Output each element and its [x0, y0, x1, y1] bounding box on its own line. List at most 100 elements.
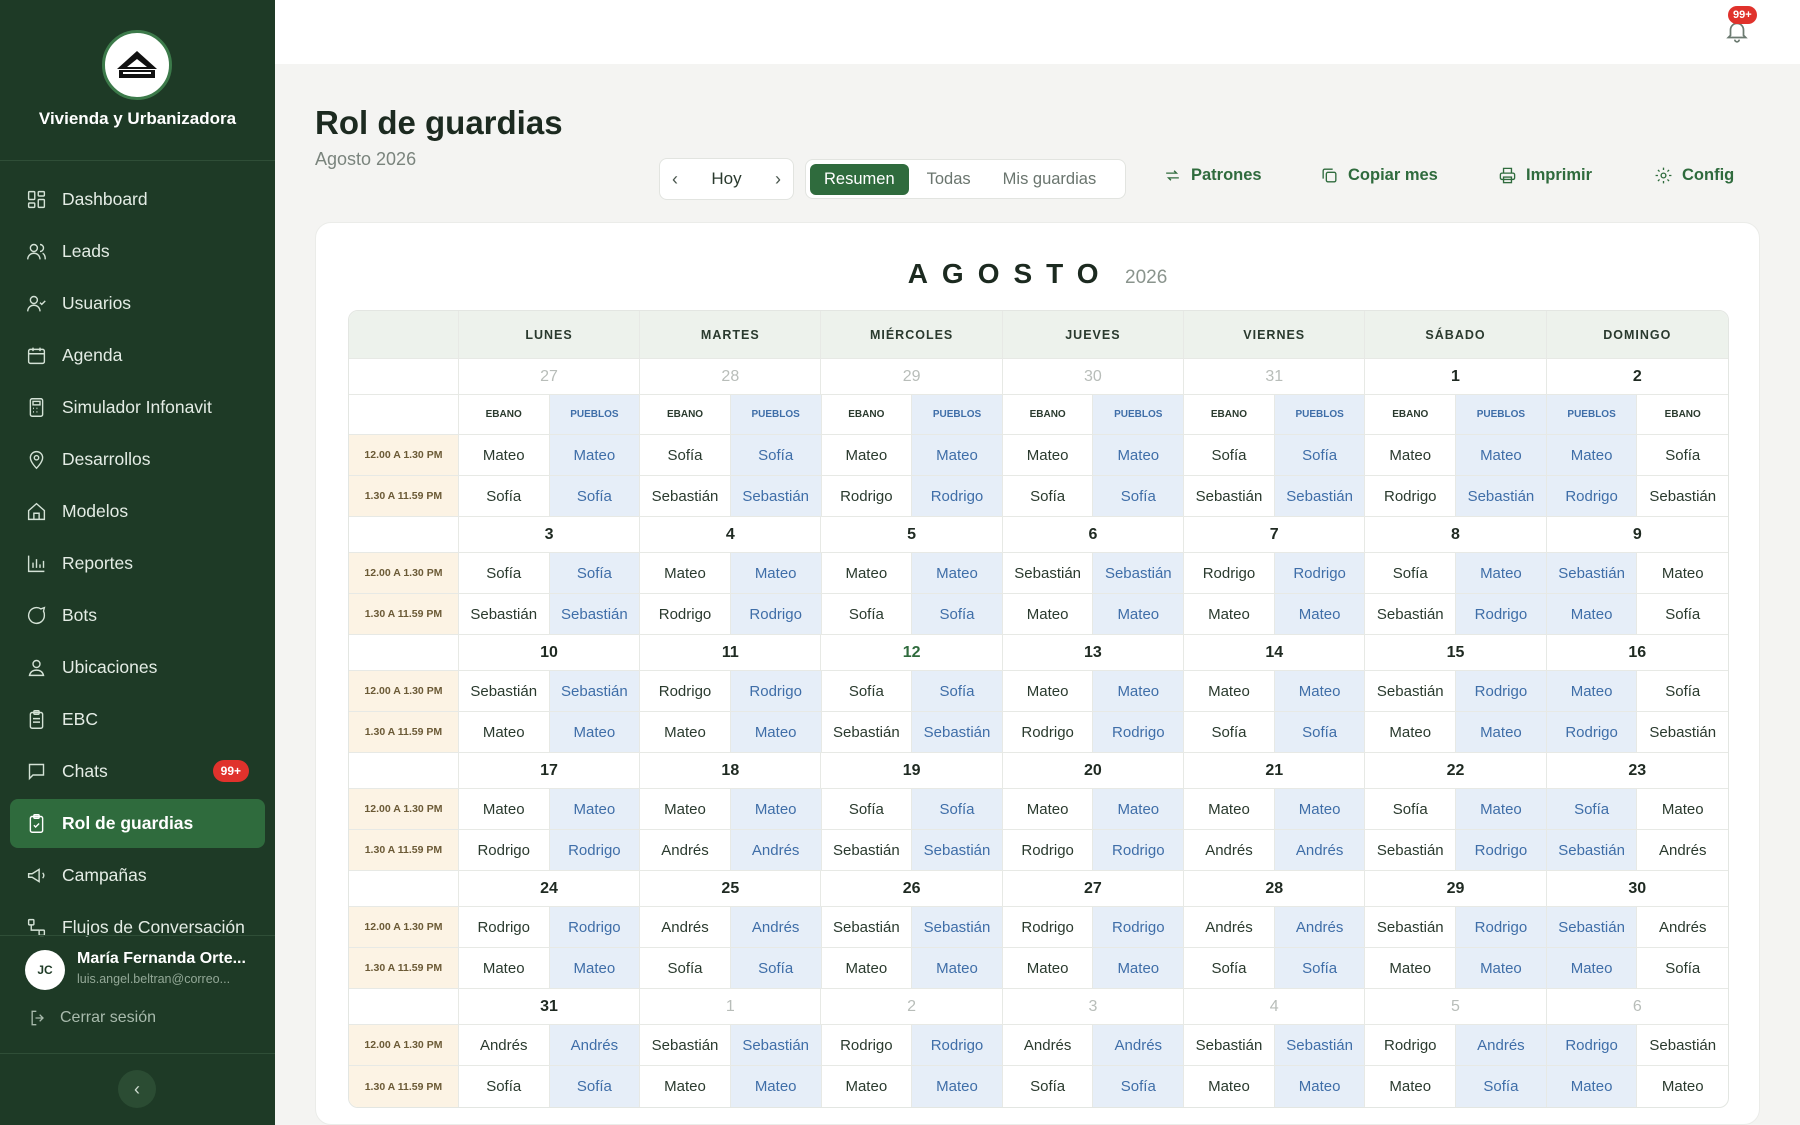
- guard-assignment[interactable]: Mateo: [1093, 948, 1185, 988]
- guard-assignment[interactable]: Andrés: [1274, 907, 1366, 947]
- guard-assignment[interactable]: Sebastián: [1184, 476, 1275, 516]
- guard-assignment[interactable]: Sofía: [459, 553, 550, 593]
- guard-assignment[interactable]: Sebastián: [1546, 553, 1638, 593]
- day-number[interactable]: 22: [1365, 753, 1547, 788]
- guard-assignment[interactable]: Andrés: [730, 907, 822, 947]
- guard-assignment[interactable]: Mateo: [912, 1066, 1003, 1107]
- guard-assignment[interactable]: Sofía: [1456, 1066, 1547, 1107]
- day-number[interactable]: 30: [1547, 871, 1728, 906]
- guard-assignment[interactable]: Sebastián: [1456, 476, 1547, 516]
- guard-assignment[interactable]: Sebastián: [912, 907, 1003, 947]
- guard-assignment[interactable]: Sofía: [1184, 435, 1275, 475]
- guard-assignment[interactable]: Sebastián: [1365, 594, 1457, 634]
- guard-assignment[interactable]: Sofía: [912, 789, 1003, 829]
- day-number[interactable]: 12: [821, 635, 1003, 670]
- day-number[interactable]: 6: [1003, 517, 1185, 552]
- guard-assignment[interactable]: Sofía: [1365, 553, 1457, 593]
- guard-assignment[interactable]: Mateo: [822, 435, 913, 475]
- guard-assignment[interactable]: Sebastián: [1003, 553, 1094, 593]
- sidebar-item-chats[interactable]: Chats 99+: [10, 747, 265, 796]
- guard-assignment[interactable]: Andrés: [459, 1025, 550, 1065]
- day-number[interactable]: 7: [1184, 517, 1366, 552]
- config-button[interactable]: Config: [1654, 166, 1734, 185]
- day-number[interactable]: 2: [821, 989, 1003, 1024]
- guard-assignment[interactable]: Sebastián: [1184, 1025, 1275, 1065]
- guard-assignment[interactable]: Sebastián: [1365, 907, 1457, 947]
- guard-assignment[interactable]: Andrés: [1637, 907, 1728, 947]
- guard-assignment[interactable]: Sebastián: [1637, 476, 1728, 516]
- guard-assignment[interactable]: Mateo: [1365, 712, 1457, 752]
- guard-assignment[interactable]: Sofía: [822, 594, 913, 634]
- guard-assignment[interactable]: Mateo: [1184, 789, 1275, 829]
- collapse-sidebar-button[interactable]: ‹: [118, 1070, 156, 1108]
- guard-assignment[interactable]: Mateo: [1637, 553, 1728, 593]
- guard-assignment[interactable]: Rodrigo: [459, 830, 550, 870]
- guard-assignment[interactable]: Sofía: [1274, 948, 1366, 988]
- guard-assignment[interactable]: Sebastián: [640, 1025, 731, 1065]
- guard-assignment[interactable]: Sofía: [1003, 1066, 1094, 1107]
- guard-assignment[interactable]: Sebastián: [822, 830, 913, 870]
- guard-assignment[interactable]: Rodrigo: [822, 1025, 913, 1065]
- guard-assignment[interactable]: Mateo: [1365, 435, 1457, 475]
- guard-assignment[interactable]: Rodrigo: [1093, 712, 1185, 752]
- print-button[interactable]: Imprimir: [1498, 166, 1592, 185]
- guard-assignment[interactable]: Mateo: [1456, 553, 1547, 593]
- day-number[interactable]: 29: [821, 359, 1003, 394]
- guard-assignment[interactable]: Sebastián: [1546, 830, 1638, 870]
- guard-assignment[interactable]: Mateo: [1184, 594, 1275, 634]
- notifications-button[interactable]: 99+: [1724, 6, 1757, 44]
- sidebar-item-bots[interactable]: Bots: [10, 591, 265, 640]
- guard-assignment[interactable]: Mateo: [459, 435, 550, 475]
- guard-assignment[interactable]: Sofía: [1637, 594, 1728, 634]
- guard-assignment[interactable]: Sofía: [640, 948, 731, 988]
- guard-assignment[interactable]: Mateo: [822, 948, 913, 988]
- sidebar-item-campanas[interactable]: Campañas: [10, 851, 265, 900]
- guard-assignment[interactable]: Rodrigo: [459, 907, 550, 947]
- day-number[interactable]: 4: [1184, 989, 1366, 1024]
- guard-assignment[interactable]: Mateo: [1546, 671, 1638, 711]
- guard-assignment[interactable]: Mateo: [1456, 789, 1547, 829]
- guard-assignment[interactable]: Mateo: [459, 948, 550, 988]
- guard-assignment[interactable]: Andrés: [1637, 830, 1728, 870]
- guard-assignment[interactable]: Sebastián: [549, 671, 641, 711]
- guard-assignment[interactable]: Rodrigo: [1546, 712, 1638, 752]
- guard-assignment[interactable]: Sofía: [459, 1066, 550, 1107]
- patterns-button[interactable]: Patrones: [1163, 166, 1262, 185]
- guard-assignment[interactable]: Mateo: [822, 1066, 913, 1107]
- guard-assignment[interactable]: Sofía: [912, 671, 1003, 711]
- guard-assignment[interactable]: Mateo: [640, 553, 731, 593]
- day-number[interactable]: 9: [1547, 517, 1728, 552]
- day-number[interactable]: 17: [459, 753, 641, 788]
- guard-assignment[interactable]: Sebastián: [1637, 1025, 1728, 1065]
- sidebar-item-ubicaciones[interactable]: Ubicaciones: [10, 643, 265, 692]
- guard-assignment[interactable]: Andrés: [640, 907, 731, 947]
- guard-assignment[interactable]: Sofía: [549, 476, 641, 516]
- guard-assignment[interactable]: Rodrigo: [640, 671, 731, 711]
- guard-assignment[interactable]: Mateo: [730, 712, 822, 752]
- guard-assignment[interactable]: Mateo: [1274, 594, 1366, 634]
- day-number[interactable]: 3: [459, 517, 641, 552]
- guard-assignment[interactable]: Mateo: [1274, 789, 1366, 829]
- guard-assignment[interactable]: Rodrigo: [1003, 907, 1094, 947]
- day-number[interactable]: 18: [640, 753, 822, 788]
- day-number[interactable]: 25: [640, 871, 822, 906]
- day-number[interactable]: 4: [640, 517, 822, 552]
- guard-assignment[interactable]: Mateo: [459, 712, 550, 752]
- guard-assignment[interactable]: Andrés: [730, 830, 822, 870]
- guard-assignment[interactable]: Mateo: [549, 712, 641, 752]
- guard-assignment[interactable]: Rodrigo: [1365, 476, 1457, 516]
- guard-assignment[interactable]: Andrés: [1093, 1025, 1185, 1065]
- guard-assignment[interactable]: Rodrigo: [1003, 830, 1094, 870]
- day-number[interactable]: 20: [1003, 753, 1185, 788]
- guard-assignment[interactable]: Mateo: [912, 435, 1003, 475]
- guard-assignment[interactable]: Mateo: [549, 789, 641, 829]
- day-number[interactable]: 23: [1547, 753, 1728, 788]
- day-number[interactable]: 27: [459, 359, 641, 394]
- guard-assignment[interactable]: Sofía: [822, 671, 913, 711]
- guard-assignment[interactable]: Sofía: [1003, 476, 1094, 516]
- guard-assignment[interactable]: Mateo: [640, 1066, 731, 1107]
- guard-assignment[interactable]: Rodrigo: [1546, 476, 1638, 516]
- guard-assignment[interactable]: Sebastián: [1093, 553, 1185, 593]
- guard-assignment[interactable]: Andrés: [1184, 907, 1275, 947]
- guard-assignment[interactable]: Rodrigo: [1274, 553, 1366, 593]
